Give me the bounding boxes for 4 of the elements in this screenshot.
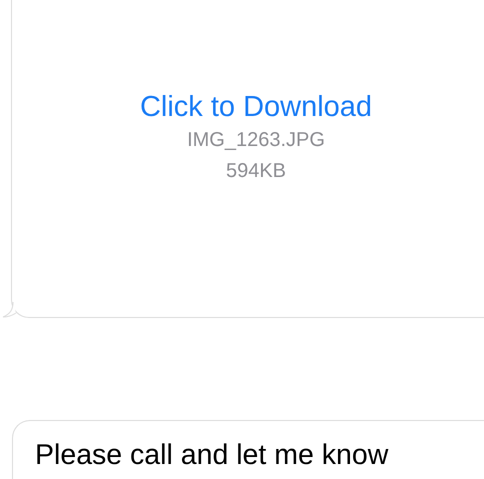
download-link[interactable]: Click to Download xyxy=(140,89,372,125)
file-size: 594KB xyxy=(226,159,286,184)
file-name: IMG_1263.JPG xyxy=(187,128,325,153)
message-text: Please call and let me know xyxy=(35,439,388,471)
